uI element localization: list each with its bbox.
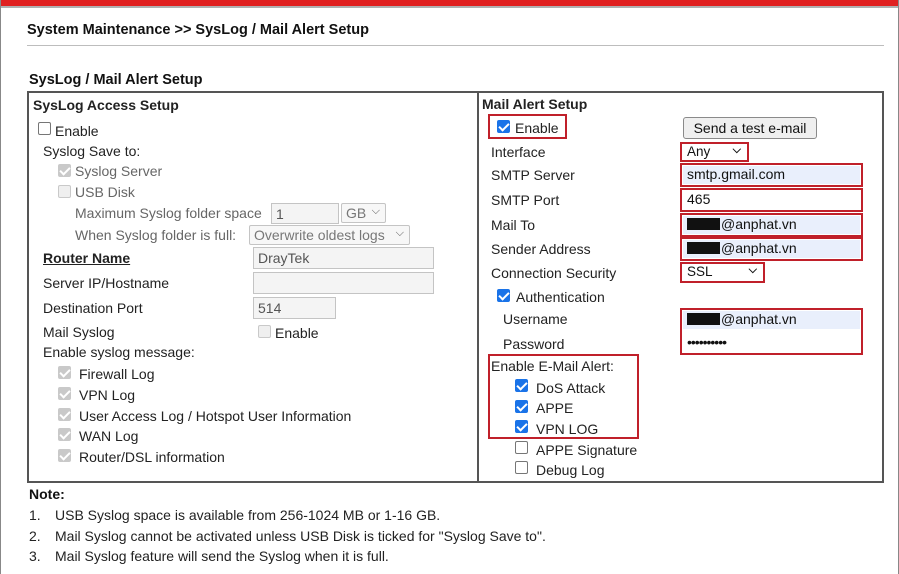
dest-port-input[interactable]: 514 bbox=[253, 297, 336, 319]
mail-panel-title: Mail Alert Setup bbox=[482, 96, 588, 112]
top-accent-shadow bbox=[0, 6, 899, 8]
max-space-input[interactable]: 1 bbox=[271, 203, 339, 224]
note-text: Mail Syslog feature will send the Syslog… bbox=[55, 548, 389, 564]
note-text: USB Syslog space is available from 256-1… bbox=[55, 507, 441, 523]
smtp-server-input[interactable]: smtp.gmail.com bbox=[683, 166, 860, 184]
vpn-log-checkbox[interactable] bbox=[58, 387, 71, 400]
chevron-down-icon: ⌵ bbox=[395, 227, 404, 239]
max-space-unit-value: GB bbox=[346, 205, 367, 221]
router-dsl-info-checkbox[interactable] bbox=[58, 449, 71, 462]
when-full-label: When Syslog folder is full: bbox=[75, 227, 237, 243]
connection-security-value: SSL bbox=[687, 264, 713, 279]
mail-enable-checkbox[interactable] bbox=[497, 120, 510, 133]
redacted-mask bbox=[687, 242, 720, 254]
vpn-log-alert-label: VPN LOG bbox=[536, 421, 599, 437]
note-item: 2. Mail Syslog cannot be activated unless… bbox=[29, 528, 546, 544]
appe-signature-checkbox[interactable] bbox=[515, 441, 528, 454]
user-access-log-checkbox[interactable] bbox=[58, 408, 71, 421]
syslog-server-checkbox[interactable] bbox=[58, 164, 71, 177]
interface-label: Interface bbox=[491, 144, 546, 160]
mail-to-input[interactable]: @anphat.vn bbox=[683, 216, 860, 234]
firewall-log-label: Firewall Log bbox=[79, 366, 155, 382]
note-title: Note: bbox=[29, 486, 65, 502]
note-number: 2. bbox=[29, 528, 41, 544]
dos-attack-label: DoS Attack bbox=[536, 380, 606, 396]
password-input[interactable]: •••••••••• bbox=[683, 334, 860, 352]
vpn-log-alert-checkbox[interactable] bbox=[515, 420, 528, 433]
sender-address-value: @anphat.vn bbox=[721, 240, 797, 256]
note-number: 1. bbox=[29, 507, 41, 523]
interface-select[interactable]: Any ⌵ bbox=[683, 144, 746, 160]
when-full-value: Overwrite oldest logs bbox=[254, 227, 385, 243]
mail-syslog-enable-label: Enable bbox=[275, 325, 319, 341]
smtp-port-label: SMTP Port bbox=[491, 192, 560, 208]
router-name-label: Router Name bbox=[43, 250, 131, 266]
email-alert-label: Enable E-Mail Alert: bbox=[491, 358, 614, 374]
when-full-select[interactable]: Overwrite oldest logs ⌵ bbox=[249, 225, 410, 245]
usb-disk-checkbox[interactable] bbox=[58, 185, 71, 198]
mail-enable-label: Enable bbox=[515, 120, 559, 136]
syslog-enable-label: Enable bbox=[55, 123, 99, 139]
password-label: Password bbox=[503, 336, 565, 352]
user-access-log-label: User Access Log / Hotspot User Informati… bbox=[79, 408, 352, 424]
title-divider bbox=[27, 45, 884, 46]
enable-message-label: Enable syslog message: bbox=[43, 344, 195, 360]
wan-log-label: WAN Log bbox=[79, 428, 139, 444]
mail-syslog-label: Mail Syslog bbox=[43, 324, 115, 340]
username-input[interactable]: @anphat.vn bbox=[683, 311, 860, 329]
note-item: 1. USB Syslog space is available from 256… bbox=[29, 507, 440, 523]
page-title: System Maintenance >> SysLog / Mail Aler… bbox=[27, 22, 369, 38]
chevron-down-icon: ⌵ bbox=[371, 205, 380, 217]
syslog-panel-title: SysLog Access Setup bbox=[33, 97, 179, 113]
interface-value: Any bbox=[687, 144, 711, 159]
router-name-input[interactable]: DrayTek bbox=[253, 247, 434, 269]
mail-to-value: @anphat.vn bbox=[721, 216, 797, 232]
debug-log-checkbox[interactable] bbox=[515, 461, 528, 474]
syslog-server-label: Syslog Server bbox=[75, 163, 163, 179]
username-label: Username bbox=[503, 311, 568, 327]
note-number: 3. bbox=[29, 548, 41, 564]
smtp-port-input[interactable]: 465 bbox=[683, 191, 860, 209]
server-ip-label: Server IP/Hostname bbox=[43, 275, 170, 291]
appe-checkbox[interactable] bbox=[515, 400, 528, 413]
connection-security-label: Connection Security bbox=[491, 265, 617, 281]
dest-port-label: Destination Port bbox=[43, 300, 143, 316]
appe-label: APPE bbox=[536, 400, 574, 416]
appe-signature-label: APPE Signature bbox=[536, 442, 638, 458]
router-dsl-info-label: Router/DSL information bbox=[79, 449, 225, 465]
firewall-log-checkbox[interactable] bbox=[58, 366, 71, 379]
syslog-enable-checkbox[interactable] bbox=[38, 122, 51, 135]
dos-attack-checkbox[interactable] bbox=[515, 379, 528, 392]
redacted-mask bbox=[687, 313, 720, 325]
syslog-save-to-label: Syslog Save to: bbox=[43, 143, 141, 159]
max-space-unit-select[interactable]: GB ⌵ bbox=[341, 203, 386, 223]
chevron-down-icon: ⌵ bbox=[748, 264, 757, 276]
usb-disk-label: USB Disk bbox=[75, 184, 135, 200]
server-ip-input[interactable] bbox=[253, 272, 434, 294]
connection-security-select[interactable]: SSL ⌵ bbox=[683, 264, 762, 281]
sender-address-input[interactable]: @anphat.vn bbox=[683, 240, 860, 258]
username-value: @anphat.vn bbox=[721, 311, 797, 327]
max-space-label: Maximum Syslog folder space bbox=[75, 205, 262, 221]
note-item: 3. Mail Syslog feature will send the Sysl… bbox=[29, 548, 389, 564]
mail-to-label: Mail To bbox=[491, 217, 536, 233]
note-text: Mail Syslog cannot be activated unless U… bbox=[55, 528, 546, 544]
section-title: SysLog / Mail Alert Setup bbox=[29, 72, 203, 88]
chevron-down-icon: ⌵ bbox=[732, 144, 741, 156]
authentication-label: Authentication bbox=[516, 289, 605, 305]
wan-log-checkbox[interactable] bbox=[58, 428, 71, 441]
send-test-email-button[interactable]: Send a test e-mail bbox=[683, 117, 817, 139]
smtp-server-label: SMTP Server bbox=[491, 167, 575, 183]
authentication-checkbox[interactable] bbox=[497, 289, 510, 302]
redacted-mask bbox=[687, 218, 720, 230]
debug-log-label: Debug Log bbox=[536, 462, 605, 478]
vpn-log-label: VPN Log bbox=[79, 387, 136, 403]
sender-address-label: Sender Address bbox=[491, 241, 591, 257]
mail-syslog-checkbox[interactable] bbox=[258, 325, 271, 338]
